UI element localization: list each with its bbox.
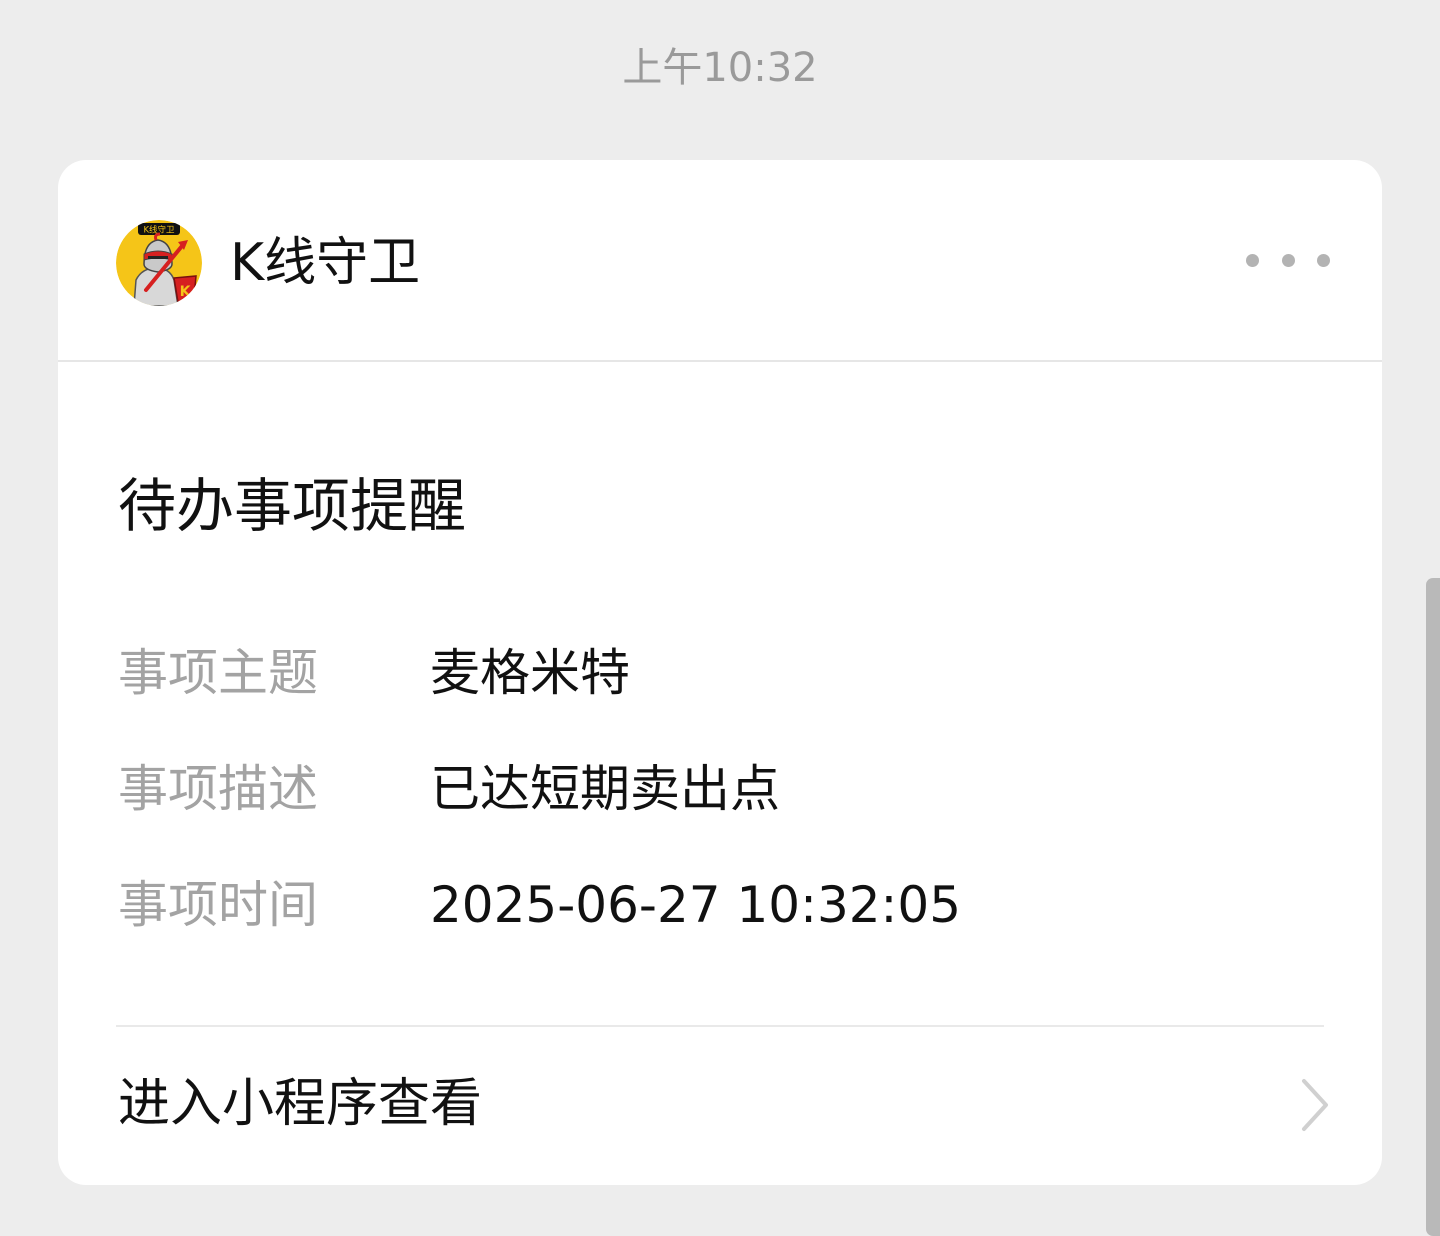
mini-program-notification-card[interactable]: K线守卫 K K线守卫 待办事项提醒 事项主题 麦格米特 事项描述 已达短期卖出…	[58, 160, 1382, 1185]
knight-avatar-icon: K线守卫 K	[116, 220, 202, 306]
field-row-time: 事项时间 2025-06-27 10:32:05	[118, 870, 1318, 940]
card-header: K线守卫 K K线守卫	[58, 160, 1382, 362]
field-label: 事项时间	[118, 876, 318, 934]
card-title: 待办事项提醒	[118, 472, 467, 540]
field-row-description: 事项描述 已达短期卖出点	[118, 754, 1318, 824]
chat-screen: { "timestamp": "上午10:32", "card": { "sen…	[0, 0, 1440, 1236]
open-mini-program-link[interactable]: 进入小程序查看	[58, 1027, 1382, 1185]
more-dot-icon	[1281, 253, 1295, 267]
field-label: 事项描述	[118, 760, 318, 818]
field-row-subject: 事项主题 麦格米特	[118, 638, 1318, 708]
field-value: 麦格米特	[430, 644, 630, 702]
field-label: 事项主题	[118, 644, 318, 702]
chevron-right-icon	[1302, 1079, 1328, 1131]
more-options-button[interactable]	[1246, 242, 1330, 278]
message-timestamp: 上午10:32	[622, 45, 818, 91]
scrollbar[interactable]	[1426, 578, 1440, 1236]
field-value: 2025-06-27 10:32:05	[430, 876, 962, 934]
more-dot-icon	[1317, 253, 1330, 267]
sender-name[interactable]: K线守卫	[230, 232, 420, 294]
open-mini-program-label: 进入小程序查看	[118, 1074, 483, 1134]
more-dot-icon	[1246, 253, 1259, 267]
avatar-shield-letter: K	[180, 284, 192, 300]
sender-avatar[interactable]: K线守卫 K	[116, 220, 202, 306]
field-value: 已达短期卖出点	[430, 760, 780, 818]
